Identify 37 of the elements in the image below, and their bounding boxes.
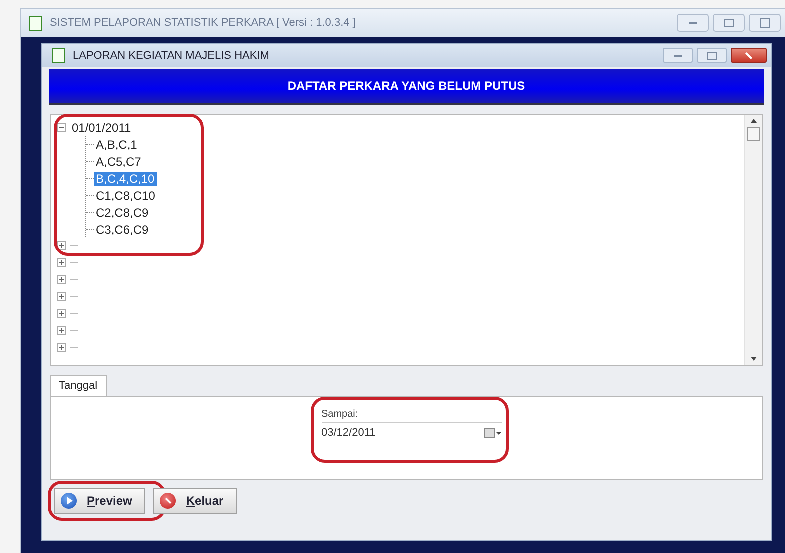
scroll-up-icon[interactable] [750, 119, 756, 123]
tree-item[interactable]: B,C,4,C,10 [94, 172, 157, 186]
banner-title: DAFTAR PERKARA YANG BELUM PUTUS [288, 79, 526, 93]
maximize-button[interactable] [713, 14, 745, 32]
expand-icon[interactable] [57, 309, 66, 318]
document-icon [52, 48, 65, 63]
dialog-title: LAPORAN KEGIATAN MAJELIS HAKIM [73, 50, 270, 62]
minimize-button[interactable] [663, 48, 693, 63]
tree-item[interactable]: 01/01/2011 [70, 120, 134, 134]
collapse-icon[interactable] [57, 123, 66, 132]
close-button[interactable] [731, 48, 767, 63]
expand-icon[interactable] [57, 241, 66, 250]
play-icon [61, 493, 77, 509]
window-title: SISTEM PELAPORAN STATISTIK PERKARA [ Versi : 1.0.3.4 ] [50, 17, 356, 29]
document-icon [29, 16, 42, 30]
preview-button[interactable]: Preview [54, 488, 146, 514]
expand-icon[interactable] [57, 275, 66, 284]
tree-item[interactable]: C1,C8,C10 [94, 188, 158, 202]
scroll-down-icon[interactable] [750, 357, 756, 361]
expand-icon[interactable] [57, 343, 66, 352]
close-icon [160, 493, 176, 509]
date-picker-field[interactable]: 03/12/2011 [322, 422, 502, 439]
date-label: Sampai: [322, 409, 360, 420]
tree-item[interactable]: C2,C8,C9 [94, 206, 151, 220]
expand-icon[interactable] [57, 292, 66, 301]
calendar-dropdown-icon[interactable] [484, 428, 502, 438]
minimize-button[interactable] [677, 14, 709, 32]
scrollbar[interactable] [744, 115, 762, 365]
maximize-button[interactable] [697, 48, 727, 63]
tab[interactable]: Tanggal [50, 375, 107, 396]
tree-item[interactable]: C3,C6,C9 [94, 222, 151, 236]
scroll-thumb[interactable] [747, 127, 760, 141]
exit-button[interactable]: Keluar [153, 488, 237, 514]
expand-icon[interactable] [57, 326, 66, 335]
tree-item[interactable]: A,B,C,1 [94, 138, 140, 152]
expand-icon[interactable] [57, 258, 66, 267]
tree-item[interactable]: A,C5,C7 [94, 154, 144, 168]
